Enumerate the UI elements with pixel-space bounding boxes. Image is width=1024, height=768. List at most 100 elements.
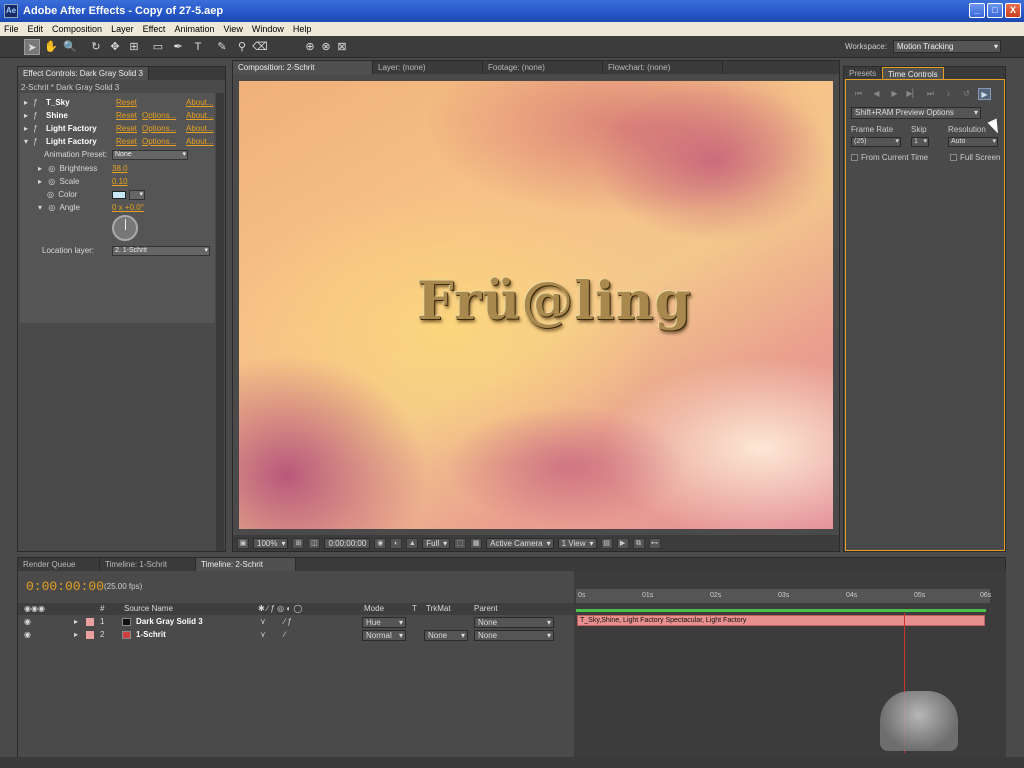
expand-triangle-icon[interactable]: ▾ [38, 203, 42, 212]
flowchart-icon[interactable]: ⊷ [648, 537, 661, 549]
effect-controls-scrollbar[interactable] [216, 93, 224, 551]
expand-triangle-icon[interactable]: ▸ [24, 124, 28, 133]
rotation-tool-icon[interactable]: ↻ [88, 39, 104, 55]
effect-options-link[interactable]: Options... [142, 110, 176, 122]
effect-reset-link[interactable]: Reset [116, 123, 137, 135]
tab-footage[interactable]: Footage: (none) [483, 61, 603, 74]
stopwatch-icon[interactable]: ◎ [48, 203, 55, 212]
transparency-grid-icon[interactable]: ▦ [470, 537, 483, 549]
view-layout-select[interactable]: 1 View [557, 537, 597, 549]
effect-reset-link[interactable]: Reset [116, 110, 137, 122]
hand-tool-icon[interactable]: ✋ [43, 39, 59, 55]
layer-trkmat-select[interactable]: None [424, 630, 468, 641]
orbit-camera-tool-icon[interactable]: ✥ [107, 39, 123, 55]
fast-previews-icon[interactable]: ▶ [616, 537, 629, 549]
layer-mode-select[interactable]: Hue [362, 617, 406, 628]
layer-parent-select[interactable]: None [474, 630, 554, 641]
quality-switch-icon[interactable]: ∕ ƒ [284, 616, 292, 628]
composition-viewer[interactable]: Frü@ling [239, 81, 833, 529]
expand-triangle-icon[interactable]: ▸ [24, 98, 28, 107]
table-row[interactable]: ◉ ▸ 2 1-Schrit ⋎ ∕ Normal None None [18, 629, 574, 641]
animation-preset-select[interactable]: None [112, 150, 188, 160]
eyedropper-icon[interactable] [129, 190, 145, 200]
label-color-swatch[interactable] [86, 631, 94, 639]
expand-triangle-icon[interactable]: ▸ [24, 111, 28, 120]
effect-about-link[interactable]: About... [186, 123, 214, 135]
preview-options-select[interactable]: Shift+RAM Preview Options [851, 107, 981, 119]
frame-rate-select[interactable]: (25) [851, 137, 901, 147]
location-layer-select[interactable]: 2. 1-Schrit [112, 246, 210, 256]
layer-parent-select[interactable]: None [474, 617, 554, 628]
effect-row[interactable]: ▸ ƒ Light Factory Reset Options... About… [24, 123, 214, 135]
region-of-interest-icon[interactable]: ⬚ [454, 537, 467, 549]
skip-select[interactable]: 1 [911, 137, 929, 147]
type-tool-icon[interactable]: T [190, 39, 206, 55]
label-color-swatch[interactable] [86, 618, 94, 626]
expand-triangle-icon[interactable]: ▾ [24, 137, 28, 146]
magnification-select[interactable]: 100% [253, 537, 289, 549]
minimize-button[interactable]: _ [969, 3, 985, 18]
play-icon[interactable]: ▶ [888, 88, 901, 100]
loop-icon[interactable]: ↺ [960, 88, 973, 100]
last-frame-icon[interactable]: ⏭ [924, 88, 937, 100]
menu-layer[interactable]: Layer [111, 24, 134, 34]
fx-toggle-icon[interactable]: ƒ [33, 124, 37, 133]
from-current-time-checkbox[interactable] [851, 154, 858, 161]
channel-icon[interactable]: ▲ [406, 537, 419, 549]
view-axis-mode-icon[interactable]: ⊠ [334, 39, 350, 55]
snapshot-icon[interactable]: ◉ [374, 537, 387, 549]
menu-edit[interactable]: Edit [28, 24, 44, 34]
quality-switch-icon[interactable]: ∕ [284, 629, 285, 641]
selection-tool-icon[interactable]: ➤ [24, 39, 40, 55]
tab-composition[interactable]: Composition: 2-Schrit [233, 61, 373, 74]
visibility-eye-icon[interactable]: ◉ [24, 616, 31, 628]
expand-triangle-icon[interactable]: ▸ [38, 164, 42, 173]
tab-effect-controls[interactable]: Effect Controls: Dark Gray Solid 3 [18, 67, 149, 80]
menu-view[interactable]: View [223, 24, 242, 34]
previous-frame-icon[interactable]: ◀ [870, 88, 883, 100]
tab-timeline-2-schrit[interactable]: Timeline: 2-Schrit [196, 558, 296, 571]
zoom-tool-icon[interactable]: 🔍 [62, 39, 78, 55]
workspace-select[interactable]: Motion Tracking [893, 40, 1001, 53]
always-preview-icon[interactable]: ▣ [237, 537, 249, 549]
world-axis-mode-icon[interactable]: ⊗ [318, 39, 334, 55]
expand-triangle-icon[interactable]: ▸ [74, 616, 78, 628]
tab-layer[interactable]: Layer: (none) [373, 61, 483, 74]
effect-row[interactable]: ▾ ƒ Light Factory Reset Options... About… [24, 136, 214, 148]
effect-options-link[interactable]: Options... [142, 136, 176, 148]
timeline-icon[interactable]: ⧉ [632, 537, 645, 549]
tab-render-queue[interactable]: Render Queue [18, 558, 100, 571]
eraser-tool-icon[interactable]: ⌫ [252, 39, 268, 55]
effect-reset-link[interactable]: Reset [116, 136, 137, 148]
effect-about-link[interactable]: About... [186, 110, 214, 122]
track-xy-camera-tool-icon[interactable]: ⊞ [126, 39, 142, 55]
shy-switch-icon[interactable]: ⋎ [260, 616, 266, 628]
stopwatch-icon[interactable]: ◎ [48, 164, 55, 173]
timeline-current-time[interactable]: 0:00:00:00 [26, 579, 104, 594]
show-snapshot-icon[interactable]: ◐ [390, 537, 403, 549]
effect-about-link[interactable]: About... [186, 136, 214, 148]
local-axis-mode-icon[interactable]: ⊕ [302, 39, 318, 55]
menu-help[interactable]: Help [293, 24, 312, 34]
layer-mode-select[interactable]: Normal [362, 630, 406, 641]
color-swatch[interactable] [112, 191, 126, 199]
menu-animation[interactable]: Animation [174, 24, 214, 34]
col-source-name[interactable]: Source Name [124, 603, 173, 615]
layer-duration-bar[interactable]: T_Sky,Shine, Light Factory Spectacular, … [577, 615, 985, 626]
toggle-pixel-aspect-icon[interactable]: ▤ [600, 537, 613, 549]
ram-preview-icon[interactable]: ▶ [978, 88, 991, 100]
brush-tool-icon[interactable]: ✎ [214, 39, 230, 55]
effect-reset-link[interactable]: Reset [116, 97, 137, 109]
effect-options-link[interactable]: Options... [142, 123, 176, 135]
full-screen-checkbox[interactable] [950, 154, 957, 161]
restore-button[interactable]: □ [987, 3, 1003, 18]
tab-flowchart[interactable]: Flowchart: (none) [603, 61, 723, 74]
angle-dial[interactable] [112, 215, 138, 241]
close-button[interactable]: X [1005, 3, 1021, 18]
first-frame-icon[interactable]: ⏮ [852, 88, 865, 100]
audio-icon[interactable]: ♪ [942, 88, 955, 100]
current-time-field[interactable]: 0:00:00:00 [324, 537, 371, 549]
brightness-value[interactable]: 38.0 [112, 163, 128, 175]
fx-toggle-icon[interactable]: ƒ [33, 111, 37, 120]
safe-margins-icon[interactable]: ⊞ [292, 537, 305, 549]
